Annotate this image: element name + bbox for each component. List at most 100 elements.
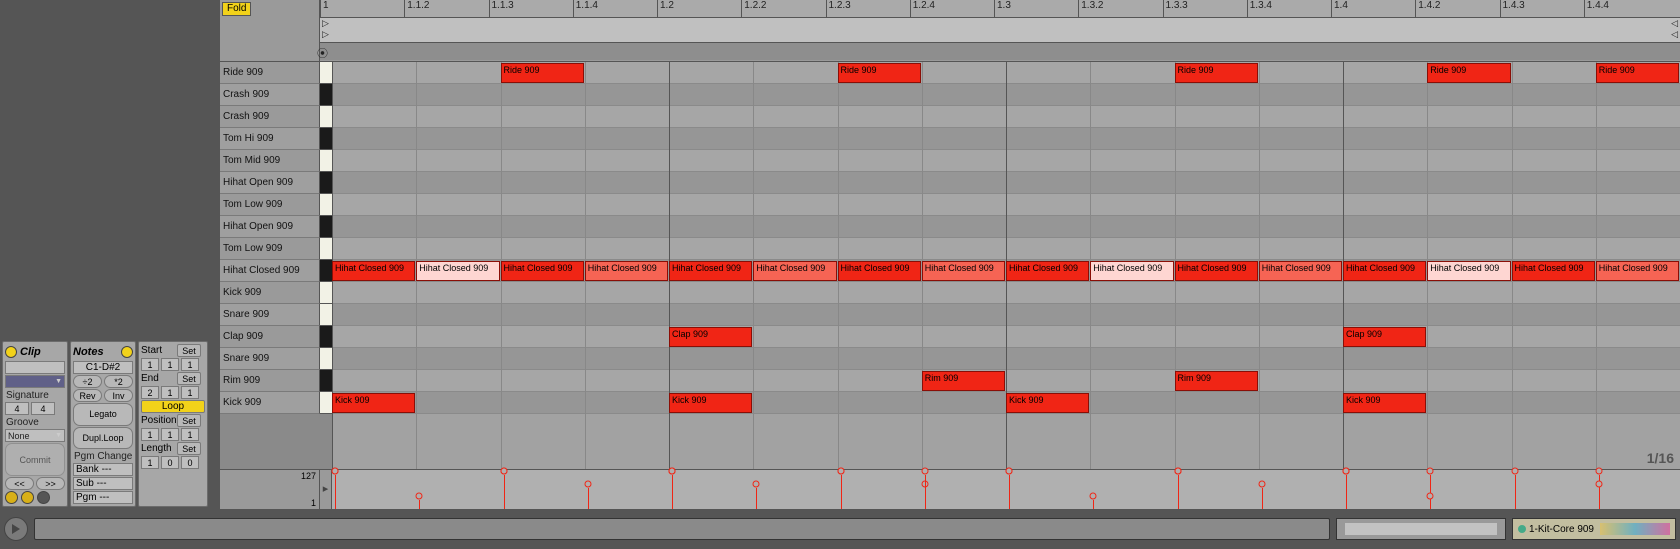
clip-overview[interactable] <box>1336 518 1506 540</box>
piano-key[interactable] <box>320 370 332 392</box>
piano-key[interactable] <box>320 238 332 260</box>
midi-note[interactable]: Clap 909 <box>1343 327 1426 347</box>
note-grid[interactable]: Ride 909 Ride 909 Ride 909 Ride 909 Ride 909… <box>332 62 1680 469</box>
lane-label[interactable]: Tom Low 909 <box>220 238 320 260</box>
velocity-stem[interactable] <box>1346 475 1347 509</box>
lane-label[interactable]: Kick 909 <box>220 392 320 414</box>
midi-note[interactable]: Hihat Closed 909 <box>1259 261 1342 281</box>
lane-label[interactable]: Hihat Closed 909 <box>220 260 320 282</box>
play-icon[interactable]: ▸ <box>320 482 331 495</box>
lane-label[interactable]: Tom Hi 909 <box>220 128 320 150</box>
piano-key[interactable] <box>320 348 332 370</box>
lane-label[interactable]: Hihat Open 909 <box>220 216 320 238</box>
velocity-editor[interactable] <box>332 470 1680 509</box>
midi-note[interactable]: Hihat Closed 909 <box>1427 261 1510 281</box>
sub-field[interactable]: Sub --- <box>73 477 133 490</box>
fold-button[interactable]: Fold <box>222 2 251 16</box>
halve-button[interactable]: ÷2 <box>73 375 102 388</box>
lane-label[interactable]: Hihat Open 909 <box>220 172 320 194</box>
midi-note[interactable]: Ride 909 <box>1427 63 1510 83</box>
midi-note[interactable]: Hihat Closed 909 <box>753 261 836 281</box>
midi-note[interactable]: Hihat Closed 909 <box>1596 261 1679 281</box>
beat-ruler[interactable]: 11.1.21.1.31.1.41.21.2.21.2.31.2.41.31.3… <box>320 0 1680 18</box>
velocity-handle[interactable] <box>1511 468 1518 475</box>
reverse-button[interactable]: Rev <box>73 389 102 402</box>
velocity-stem[interactable] <box>1599 488 1600 509</box>
velocity-handle[interactable] <box>500 468 507 475</box>
panel-icon-2[interactable] <box>21 491 34 504</box>
end-bar[interactable]: 2 <box>141 386 159 399</box>
clip-name-field[interactable] <box>5 361 65 374</box>
piano-key[interactable] <box>320 106 332 128</box>
duplicate-loop-button[interactable]: Dupl.Loop <box>73 427 133 450</box>
velocity-handle[interactable] <box>1595 480 1602 487</box>
piano-key[interactable] <box>320 260 332 282</box>
velocity-handle[interactable] <box>332 468 339 475</box>
midi-note[interactable]: Ride 909 <box>1175 63 1258 83</box>
velocity-handle[interactable] <box>921 468 928 475</box>
midi-note[interactable]: Ride 909 <box>1596 63 1679 83</box>
midi-note[interactable]: Kick 909 <box>669 393 752 413</box>
velocity-stem[interactable] <box>1430 500 1431 509</box>
velocity-handle[interactable] <box>416 492 423 499</box>
nudge-forward-button[interactable]: >> <box>36 477 65 490</box>
midi-note[interactable]: Ride 909 <box>838 63 921 83</box>
velocity-handle[interactable] <box>584 480 591 487</box>
start-sixteenth[interactable]: 1 <box>181 358 199 371</box>
groove-combo[interactable]: None <box>5 429 65 442</box>
midi-note[interactable]: Hihat Closed 909 <box>1343 261 1426 281</box>
lane-label[interactable]: Clap 909 <box>220 326 320 348</box>
velocity-stem[interactable] <box>588 488 589 509</box>
pgm-field[interactable]: Pgm --- <box>73 491 133 504</box>
midi-note[interactable]: Hihat Closed 909 <box>838 261 921 281</box>
legato-button[interactable]: Legato <box>73 403 133 426</box>
loop-toggle[interactable]: Loop <box>141 400 205 413</box>
velocity-stem[interactable] <box>1178 475 1179 509</box>
midi-note[interactable]: Hihat Closed 909 <box>922 261 1005 281</box>
midi-note[interactable]: Hihat Closed 909 <box>1006 261 1089 281</box>
velocity-handle[interactable] <box>1258 480 1265 487</box>
sig-numerator[interactable]: 4 <box>5 402 29 415</box>
note-range[interactable]: C1-D#2 <box>73 361 133 374</box>
lane-label[interactable]: Crash 909 <box>220 106 320 128</box>
pos-beat[interactable]: 1 <box>161 428 179 441</box>
pos-bar[interactable]: 1 <box>141 428 159 441</box>
midi-note[interactable]: Hihat Closed 909 <box>1175 261 1258 281</box>
clip-activator-icon[interactable] <box>5 346 17 358</box>
midi-note[interactable]: Ride 909 <box>501 63 584 83</box>
midi-note[interactable]: Hihat Closed 909 <box>332 261 415 281</box>
panel-icon-3[interactable] <box>37 491 50 504</box>
length-set-button[interactable]: Set <box>177 442 201 455</box>
start-beat[interactable]: 1 <box>161 358 179 371</box>
pos-sixteenth[interactable]: 1 <box>181 428 199 441</box>
velocity-handle[interactable] <box>1090 492 1097 499</box>
end-beat[interactable]: 1 <box>161 386 179 399</box>
velocity-handle[interactable] <box>1427 492 1434 499</box>
piano-key[interactable] <box>320 194 332 216</box>
len-sixteenth[interactable]: 0 <box>181 456 199 469</box>
double-button[interactable]: *2 <box>104 375 133 388</box>
piano-key[interactable] <box>320 282 332 304</box>
piano-key[interactable] <box>320 150 332 172</box>
midi-note[interactable]: Kick 909 <box>1343 393 1426 413</box>
lane-label[interactable]: Kick 909 <box>220 282 320 304</box>
midi-note[interactable]: Rim 909 <box>1175 371 1258 391</box>
sig-denominator[interactable]: 4 <box>31 402 55 415</box>
end-set-button[interactable]: Set <box>177 372 201 385</box>
invert-button[interactable]: Inv <box>104 389 133 402</box>
start-marker-track[interactable]: ⦿ <box>320 42 1680 60</box>
lane-label[interactable]: Tom Mid 909 <box>220 150 320 172</box>
midi-note[interactable]: Hihat Closed 909 <box>1090 261 1173 281</box>
piano-key[interactable] <box>320 172 332 194</box>
velocity-handle[interactable] <box>1427 468 1434 475</box>
velocity-stem[interactable] <box>335 475 336 509</box>
midi-note[interactable]: Hihat Closed 909 <box>416 261 499 281</box>
lane-label[interactable]: Snare 909 <box>220 304 320 326</box>
velocity-stem[interactable] <box>756 488 757 509</box>
end-sixteenth[interactable]: 1 <box>181 386 199 399</box>
velocity-stem[interactable] <box>841 475 842 509</box>
piano-key[interactable] <box>320 216 332 238</box>
clip-color-combo[interactable] <box>5 375 65 388</box>
velocity-stem[interactable] <box>925 475 926 509</box>
lane-label[interactable]: Ride 909 <box>220 62 320 84</box>
